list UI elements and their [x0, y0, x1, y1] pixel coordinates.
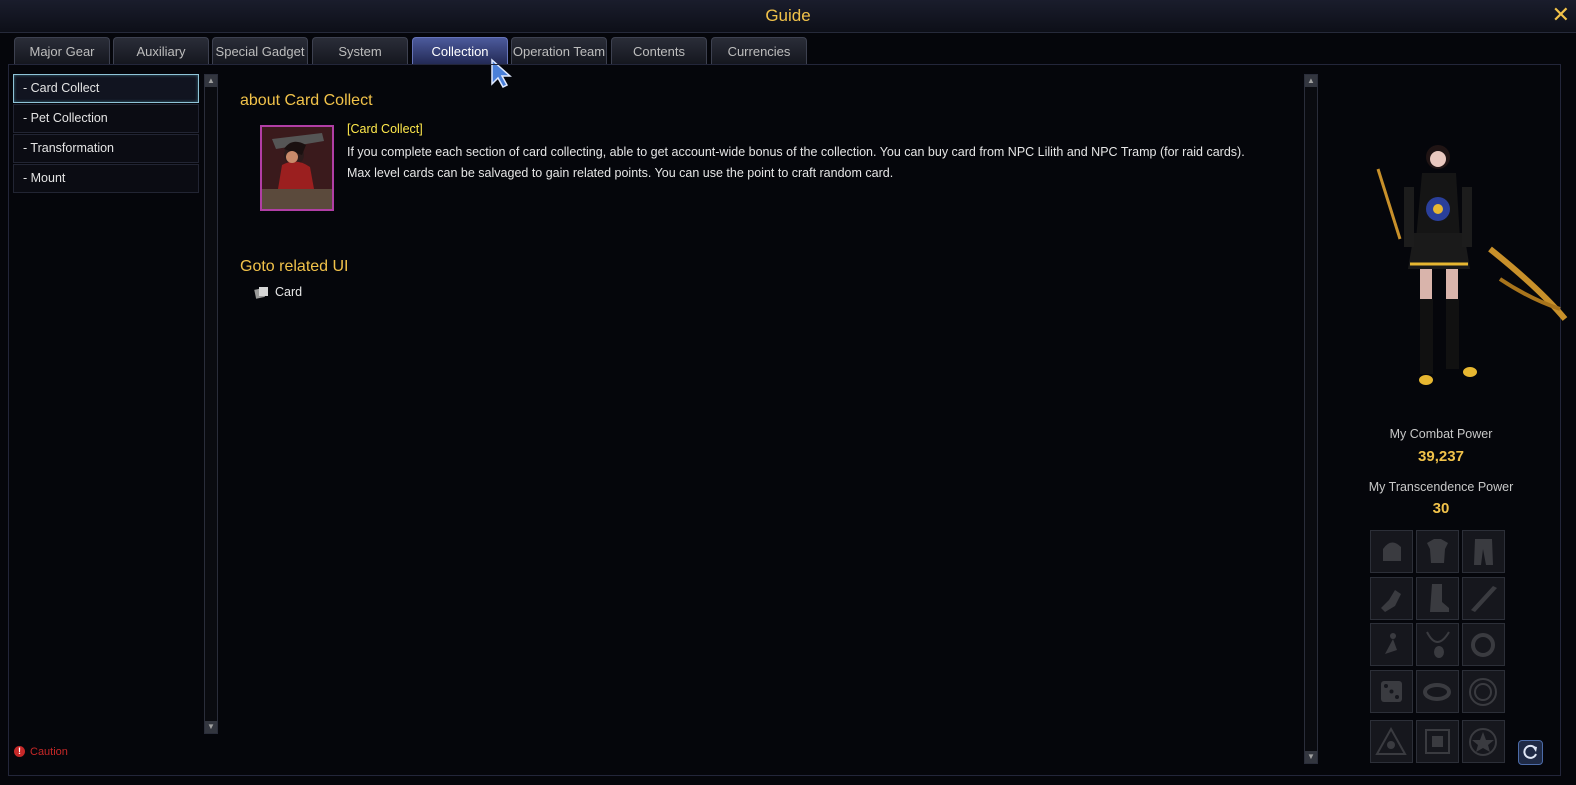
close-icon[interactable]: ✕: [1552, 2, 1570, 28]
star-emblem-slot-icon[interactable]: [1462, 720, 1505, 763]
related-ui-card-label: Card: [275, 285, 303, 299]
card-collect-tag: [Card Collect]: [347, 122, 423, 136]
card-collect-thumbnail: [260, 125, 334, 211]
necklace-slot-icon[interactable]: [1416, 623, 1459, 666]
section-heading: about Card Collect: [240, 92, 373, 109]
main-content: about Card Collect [Card Collect] If you…: [240, 92, 1280, 299]
scroll-down-icon[interactable]: ▼: [1305, 751, 1317, 763]
scroll-up-icon[interactable]: ▲: [205, 75, 217, 87]
goto-heading: Goto related UI: [240, 258, 349, 275]
scroll-up-icon[interactable]: ▲: [1305, 75, 1317, 87]
window-title: Guide: [765, 6, 811, 25]
bracelet-slot-icon[interactable]: [1416, 670, 1459, 713]
card-icon: [254, 287, 268, 299]
ring-slot-icon[interactable]: [1462, 623, 1505, 666]
weapon-slot-icon[interactable]: [1462, 577, 1505, 620]
armor-slot-icon[interactable]: [1416, 530, 1459, 573]
tab-major-gear[interactable]: Major Gear: [14, 37, 110, 64]
card-collect-description: If you complete each section of card col…: [347, 145, 1245, 180]
pants-slot-icon[interactable]: [1462, 530, 1505, 573]
caution-label: Caution: [30, 746, 68, 758]
tab-operation-team[interactable]: Operation Team: [511, 37, 607, 64]
rotate-icon[interactable]: [1518, 740, 1543, 765]
sidebar-item-card-collect[interactable]: - Card Collect: [13, 74, 199, 103]
dice-slot-icon[interactable]: [1370, 670, 1413, 713]
triangle-emblem-slot-icon[interactable]: [1370, 720, 1413, 763]
content-scrollbar[interactable]: ▲ ▼: [1304, 74, 1318, 764]
sidebar-item-pet-collection[interactable]: - Pet Collection: [13, 104, 199, 133]
earring-slot-icon[interactable]: [1370, 623, 1413, 666]
related-ui-card-link[interactable]: Card: [254, 285, 302, 299]
combat-power-label: My Combat Power: [1389, 427, 1493, 441]
scroll-down-icon[interactable]: ▼: [205, 721, 217, 733]
tab-currencies[interactable]: Currencies: [711, 37, 807, 64]
sidebar-item-transformation[interactable]: - Transformation: [13, 134, 199, 163]
sidebar-item-mount[interactable]: - Mount: [13, 164, 199, 193]
title-bar: Guide ✕: [0, 0, 1576, 33]
sidebar-scrollbar[interactable]: ▲ ▼: [204, 74, 218, 734]
gloves-slot-icon[interactable]: [1370, 577, 1413, 620]
sidebar: - Card Collect - Pet Collection - Transf…: [13, 74, 199, 194]
square-emblem-slot-icon[interactable]: [1416, 720, 1459, 763]
combat-power-value: 39,237: [1418, 448, 1464, 465]
warning-icon: !: [14, 746, 25, 757]
caution-link[interactable]: ! Caution: [14, 746, 68, 758]
helmet-slot-icon[interactable]: [1370, 530, 1413, 573]
boots-slot-icon[interactable]: [1416, 577, 1459, 620]
character-portrait: [1376, 145, 1568, 385]
tab-special-gadget[interactable]: Special Gadget: [212, 37, 308, 64]
tab-auxiliary[interactable]: Auxiliary: [113, 37, 209, 64]
tab-contents[interactable]: Contents: [611, 37, 707, 64]
tab-system[interactable]: System: [312, 37, 408, 64]
transcendence-power-value: 30: [1432, 500, 1450, 517]
orb-slot-icon[interactable]: [1462, 670, 1505, 713]
transcendence-power-label: My Transcendence Power: [1368, 480, 1514, 494]
